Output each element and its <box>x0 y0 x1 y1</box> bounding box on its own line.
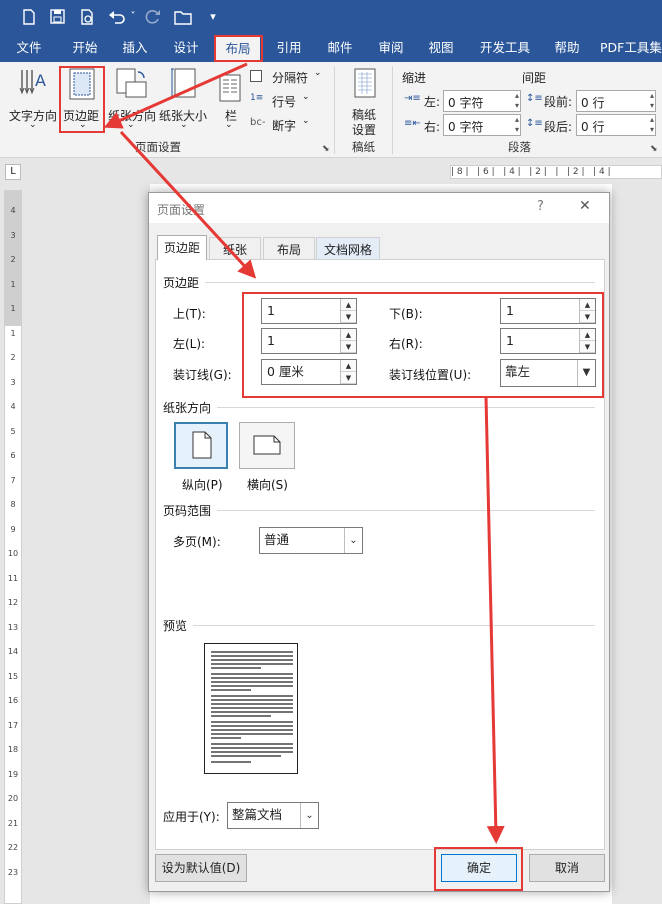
annotation-arrows <box>103 62 505 844</box>
arrow-fields-to-ok <box>484 396 505 844</box>
arrow-layout-to-margins <box>103 62 248 129</box>
arrow-margins-to-dialog <box>119 130 257 279</box>
